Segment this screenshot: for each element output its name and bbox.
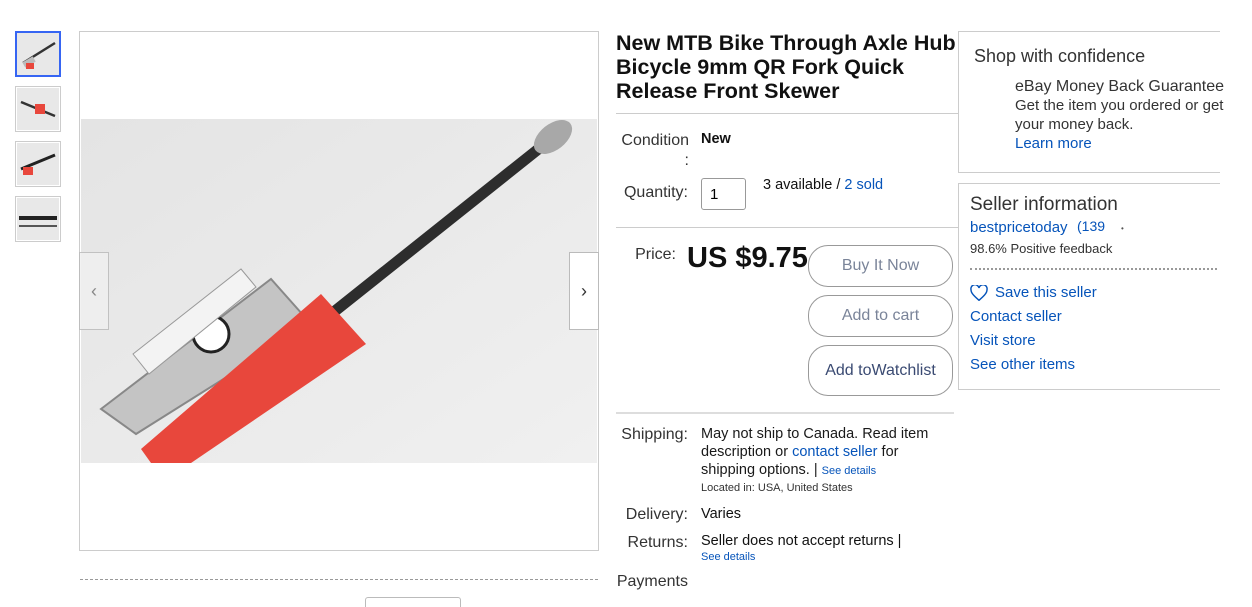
panel-title: Seller information [970, 194, 1118, 215]
buy-it-now-button[interactable]: Buy It Now [808, 245, 953, 287]
save-seller-label: Save this seller [995, 284, 1097, 301]
divider [616, 113, 958, 114]
product-photo [81, 119, 597, 463]
shipping-label: Shipping: [621, 426, 688, 443]
shipping-info: May not ship to Canada. Read item descri… [701, 425, 937, 480]
heart-icon [970, 284, 988, 301]
availability-text: 3 available / 2 sold [763, 177, 883, 193]
thumbnail-2[interactable] [15, 86, 61, 132]
thumbnail-3[interactable] [15, 141, 61, 187]
returns-label: Returns: [627, 534, 688, 551]
price-value: US $9.75 [687, 242, 808, 274]
condition-label: Condition : [617, 131, 689, 171]
divider [616, 227, 958, 228]
separator: | [809, 462, 822, 478]
feedback-score-link[interactable]: (139 [1077, 218, 1105, 234]
main-product-image-viewer: ‹ › [79, 31, 599, 551]
returns-value: Seller does not accept returns | [701, 533, 902, 549]
guarantee-heading: eBay Money Back Guarantee [1015, 78, 1225, 95]
add-to-watchlist-button[interactable]: Add to Watchlist [808, 345, 953, 396]
skewer-thumbnail-image [17, 143, 59, 185]
available-count: 3 available / [763, 177, 845, 193]
contact-seller-link[interactable]: contact seller [792, 444, 877, 460]
shop-with-confidence-panel: Shop with confidence eBay Money Back Gua… [958, 31, 1224, 173]
thumbnail-4[interactable] [15, 196, 61, 242]
panel-title: Shop with confidence [974, 46, 1146, 66]
delivery-label: Delivery: [625, 506, 688, 523]
returns-details-link[interactable]: See details [701, 551, 755, 563]
save-seller-link[interactable]: Save this seller [970, 284, 1097, 301]
chevron-left-icon: ‹ [91, 280, 97, 301]
thumbnail-1[interactable] [15, 31, 61, 77]
separator-dot: • [1121, 224, 1124, 233]
divider [80, 579, 598, 580]
price-label: Price: [635, 246, 676, 263]
divider [970, 268, 1217, 270]
sold-count-link[interactable]: 2 sold [844, 177, 883, 193]
delivery-value: Varies [701, 506, 742, 522]
condition-label-text: Condition [621, 132, 689, 149]
learn-more-link[interactable]: Learn more [1015, 135, 1092, 152]
thumbnail-strip [15, 31, 63, 251]
visit-store-link[interactable]: Visit store [970, 332, 1036, 349]
next-image-button[interactable]: › [569, 252, 599, 330]
shipping-details-link[interactable]: See details [822, 465, 876, 477]
item-location: Located in: USA, United States [701, 482, 853, 494]
chevron-right-icon: › [581, 280, 587, 301]
skewer-thumbnail-image [17, 88, 59, 130]
condition-value: New [701, 131, 731, 147]
quantity-label: Quantity: [623, 184, 688, 201]
skewer-thumbnail-image [17, 198, 59, 240]
payments-label: Payments [616, 573, 688, 590]
watchlist-line-1: Add to [825, 361, 872, 379]
seller-name-link[interactable]: bestpricetoday [970, 219, 1068, 236]
condition-colon: : [684, 152, 689, 169]
quantity-input[interactable] [701, 178, 746, 210]
guarantee-text: Get the item you ordered or get your mon… [1015, 97, 1224, 133]
money-back-guarantee: eBay Money Back Guarantee Get the item y… [1015, 77, 1230, 153]
divider [616, 412, 954, 414]
see-other-items-link[interactable]: See other items [970, 356, 1075, 373]
contact-seller-link[interactable]: Contact seller [970, 308, 1062, 325]
positive-feedback: 98.6% Positive feedback [970, 241, 1113, 256]
skewer-thumbnail-image [17, 33, 59, 75]
seller-info-panel: Seller information bestpricetoday (139 •… [958, 183, 1220, 390]
add-to-cart-button[interactable]: Add to cart [808, 295, 953, 337]
listing-title: New MTB Bike Through Axle Hub Bicycle 9m… [616, 31, 956, 103]
prev-image-button[interactable]: ‹ [79, 252, 109, 330]
skewer-photo [81, 119, 597, 463]
watchlist-line-2: Watchlist [871, 361, 936, 379]
image-footer-tab[interactable] [365, 597, 461, 607]
